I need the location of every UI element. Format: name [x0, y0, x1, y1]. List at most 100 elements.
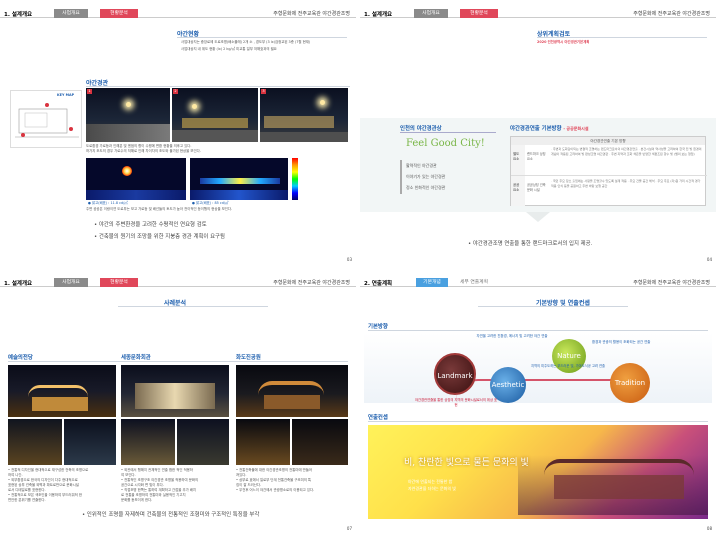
- page-number: 08: [706, 526, 712, 531]
- section-title: 2. 연출계획: [364, 281, 393, 287]
- row1-sub: 랜드마크 상징요소: [527, 152, 546, 161]
- subheading: 2020 인천광역시 야간경관기본계획: [537, 40, 590, 44]
- left-title: 인천의 야간경관상: [400, 126, 442, 132]
- divider: [86, 86, 350, 87]
- page-4: 2. 연출계획 기본개념 세부 연출계획 주형문화제 전주교육관 야간경관조명 …: [360, 269, 716, 535]
- sec-direction: 기본방향: [368, 324, 388, 330]
- row1-label: 별도 요소: [511, 145, 525, 175]
- case-title: 화도진공원: [236, 355, 261, 361]
- right-title-text: 야간경관연출 기본방향: [510, 126, 562, 132]
- note-landmark: 야간경관연출을 통한 상징의 지역의 문화시설로서의 위상 표현: [414, 398, 498, 407]
- case-photo-3: [64, 419, 116, 465]
- row1-text: · 주변과 도화감이되는 변결적 조명하는 랜드마크로서의 야간경관연출 · 본…: [551, 147, 702, 156]
- concept-sub-1: 야간에 연출되는 전통한 밤: [408, 479, 453, 484]
- tab-overview[interactable]: 사업개요: [54, 9, 88, 18]
- page-number: 03: [346, 257, 352, 262]
- divider: [368, 330, 708, 331]
- concept-title: 비, 찬란한 빛으로 물든 문화의 빛: [404, 458, 529, 468]
- divider: [118, 306, 268, 307]
- tab-concept[interactable]: 기본개념: [416, 278, 448, 287]
- caption-3: 주변 공공은 이랑이연 도로부는 보고 가로등 및 배선들의 토도가 높아 전이…: [86, 207, 233, 211]
- landmark-circle: Landmark: [434, 353, 476, 395]
- case-photo-6: [177, 419, 229, 465]
- photo-number: 3: [261, 89, 266, 94]
- tab-analysis[interactable]: 현황분석: [460, 9, 498, 18]
- page-1: 1. 설계개요 사업개요 현황분석 주형문화제 전주교육관 야간경관조명 야간현…: [0, 0, 356, 266]
- doc-title: 주형문화제 전주교육관 야간경관조명: [273, 280, 350, 286]
- tab-overview[interactable]: 사업개요: [54, 278, 88, 287]
- direction-table: 야간경관연출 기본 방향 별도 요소 랜드마크 상징요소 · 주변과 도화감이되…: [510, 136, 707, 206]
- status-line-1: 사업대상지는 중앙로에 도로조명(배소플래) 2개 소 , 경도부 (3 lx)…: [181, 40, 311, 44]
- note-harmony: 환경과 관광의 활용이 조화되는 공간 연출: [592, 340, 651, 344]
- page-number: 07: [346, 526, 352, 531]
- tab-analysis[interactable]: 현황분석: [100, 9, 138, 18]
- desc-line: 문화를 돋보이게 한다.: [121, 498, 153, 502]
- luminance-scale: [292, 158, 298, 200]
- list-item: 이야기가 있는 야간경관: [406, 174, 446, 179]
- section-title: 1. 설계개요: [4, 12, 33, 18]
- list-item: 정소 친화적인 야간경관: [406, 185, 446, 190]
- bullet: • 야간경관조명 연출을 통한 랜드마크로서의 입지 제공.: [468, 241, 593, 247]
- tab-detail-plan[interactable]: 세부 연출계획: [452, 278, 496, 287]
- concept-sub-2: 자연경관을 더하는 문화의 빛: [408, 486, 456, 491]
- case-photo-5: [121, 419, 175, 465]
- divider: [478, 306, 628, 307]
- tab-analysis[interactable]: 현황분석: [100, 278, 138, 287]
- case-desc-1: • 전통적 디자인을 현대적으로 재구성한 건축의 조명으로 하여 나간. • …: [8, 468, 116, 503]
- doc-title: 주형문화제 전주교육관 야간경관조명: [633, 11, 710, 17]
- photo-number: 1: [87, 89, 92, 94]
- divider: [177, 37, 347, 38]
- sec-concept: 연출컨셉: [368, 415, 388, 421]
- case-desc-3: • 전통건축물에 대한 야간경관조명의 전통미에 만들어 져있다. • 상부로 …: [236, 468, 348, 493]
- list-item: 활력적인 야간경관: [406, 163, 437, 168]
- page-header: 1. 설계개요 사업개요 현황분석 주형문화제 전주교육관 야간경관조명: [0, 278, 356, 287]
- doc-title: 주형문화제 전주교육관 야간경관조명: [633, 280, 710, 286]
- viz-label-2: ● 밝고(배표) : 85 cd/㎡: [192, 201, 229, 205]
- right-title: 야간경관연출 기본방향 - 공공문화시설: [510, 124, 589, 132]
- viz-label-1: ● 밝고(배표) : 11.8 cd/㎡: [88, 201, 128, 205]
- luminance-map-2: [190, 158, 288, 200]
- section-title: 1. 설계개요: [364, 12, 393, 18]
- concept-banner: 비, 찬란한 빛으로 물든 문화의 빛 야간에 연출되는 전통한 밤 자연경관을…: [368, 425, 708, 519]
- direction-diagram: Landmark Nature Aesthetic Tradition 자연을 …: [364, 333, 712, 407]
- tradition-circle: Tradition: [610, 363, 650, 403]
- page-header: 2. 연출계획 기본개념 세부 연출계획 주형문화제 전주교육관 야간경관조명: [360, 278, 716, 287]
- divider: [8, 361, 348, 362]
- key-map: KEY MAP: [10, 90, 82, 148]
- slogan: Feel Good City!: [406, 138, 485, 149]
- divider: [400, 132, 496, 133]
- case-desc-2: • 외관에서 행해지 관체적인 연출 합한 적인 적용하 여 보인다. • 전통…: [121, 468, 229, 503]
- divider: [537, 37, 707, 38]
- case-photo-7: [236, 365, 348, 417]
- down-arrow: [526, 212, 550, 222]
- photo-night-street-2: 2: [172, 88, 258, 142]
- doc-title: 주형문화제 전주교육관 야간경관조명: [273, 11, 350, 17]
- note-nature: 자연을 고려한 친환경, 에너지 빛 고려한 야간 연출: [476, 334, 548, 338]
- case-photo-4: [121, 365, 229, 417]
- case-title: 세종문화회관: [121, 355, 151, 361]
- divider: [368, 421, 708, 422]
- page-number: 04: [706, 257, 712, 262]
- desc-line: • 우건후 어느이 야간에서 관광명소로의 이용되고 있다.: [236, 488, 315, 492]
- list-rule: [400, 160, 402, 194]
- case-photo-8: [236, 419, 290, 465]
- page-3: 1. 설계개요 사업개요 현황분석 주형문화제 전주교육관 야간경관조명 사례분…: [0, 269, 356, 535]
- bullet: • 인위적인 조명을 자제하며 건축물의 전통적인 조형미와 구조적인 특징을 …: [82, 512, 260, 518]
- note-soft-light: 지역의 미주도하는 부드러운 빛, 가야도식공 고려 연출: [530, 364, 606, 368]
- row2-sub: 공공상징 건축문화 시설: [527, 183, 546, 192]
- luminance-map-1: [86, 158, 186, 200]
- bullet-2: • 건축물의 원기의 조망을 위한 지붕층 경관 계획이 요구됨: [94, 234, 225, 240]
- key-map-drawing: [15, 103, 79, 138]
- desc-line: 편안한 분위기를 연출한다.: [8, 498, 46, 502]
- caption-2: 하가지 조도의 경우 가로수의 저해로 인해 차이자의 조도와 불가된 현상을 …: [86, 149, 201, 153]
- row2-text: · 국민 주요 장소 출입에는 사렁을 조명할수 있도록 설계 적용 · 주요 …: [551, 179, 701, 188]
- right-tag: - 공공문화시설: [563, 126, 589, 131]
- table-head: 야간경관연출 기본 방향: [511, 137, 705, 145]
- row2-label: 공공 요소: [511, 176, 525, 206]
- bullet-1: • 야간의 주변환경을 고려한 수평적인 연요형 검토: [94, 222, 207, 228]
- section-title: 1. 설계개요: [4, 281, 33, 287]
- tab-overview[interactable]: 사업개요: [414, 9, 448, 18]
- case-title: 예술의전당: [8, 355, 33, 361]
- photo-night-street-3: 3: [260, 88, 348, 142]
- case-photo-9: [292, 419, 348, 465]
